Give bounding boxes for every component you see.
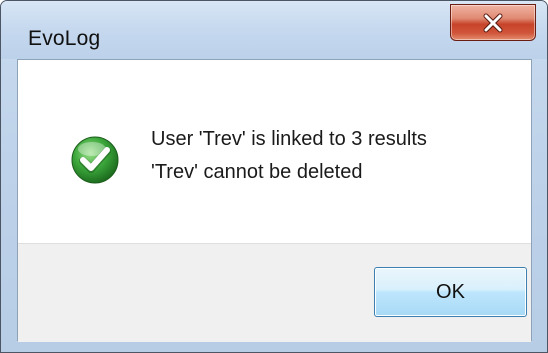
close-button[interactable] [450,4,536,41]
message-line-1: User 'Trev' is linked to 3 results [151,128,427,150]
message-area: User 'Trev' is linked to 3 results 'Trev… [18,60,531,243]
message-line-2: 'Trev' cannot be deleted [151,161,363,183]
check-icon [70,135,120,185]
dialog-content: User 'Trev' is linked to 3 results 'Trev… [17,59,532,342]
close-icon [482,13,504,33]
ok-button[interactable]: OK [374,267,527,317]
title-bar[interactable]: EvoLog [1,1,547,59]
message-dialog: EvoLog User 'Trev' is linked to 3 result… [0,0,548,353]
window-title: EvoLog [28,27,101,50]
